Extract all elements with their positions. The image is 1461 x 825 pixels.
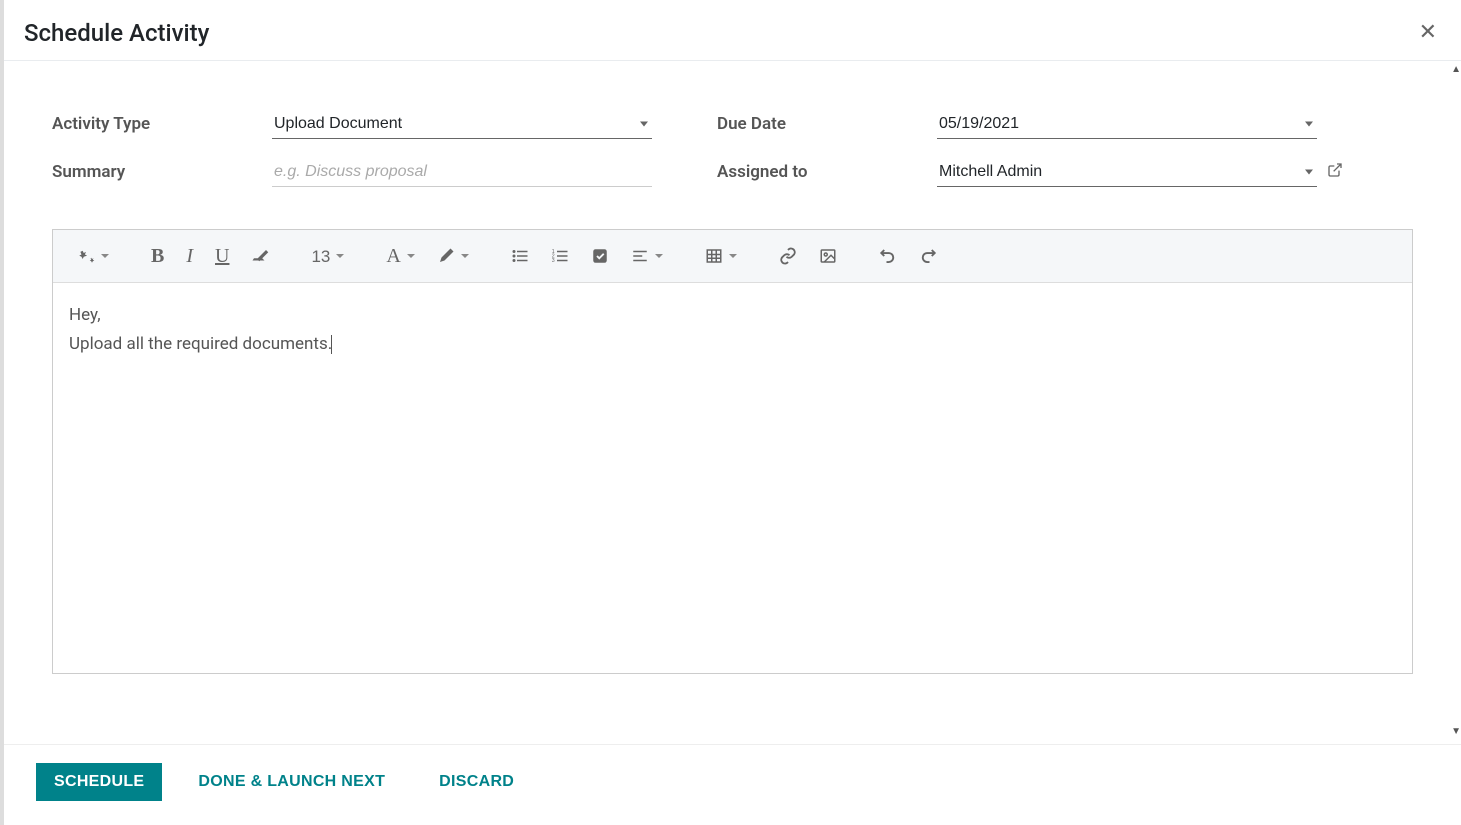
schedule-button[interactable]: SCHEDULE	[36, 763, 162, 801]
close-icon[interactable]: ✕	[1415, 18, 1441, 48]
assigned-to-input[interactable]	[937, 161, 1317, 183]
modal-body: Activity Type Due Date Summary Assigned …	[4, 61, 1461, 744]
bold-icon[interactable]: B	[141, 240, 174, 272]
assigned-to-label: Assigned to	[717, 162, 937, 182]
table-icon[interactable]	[695, 241, 747, 271]
modal-footer: SCHEDULE DONE & LAUNCH NEXT DISCARD	[4, 744, 1461, 825]
modal-header: Schedule Activity ✕	[4, 0, 1461, 61]
highlight-icon[interactable]	[427, 241, 479, 271]
clear-format-icon[interactable]	[241, 241, 279, 271]
summary-label: Summary	[52, 162, 272, 182]
font-size-value: 13	[311, 248, 330, 265]
font-color-icon[interactable]: A	[376, 240, 424, 272]
chevron-down-icon	[640, 121, 648, 126]
schedule-activity-modal: Schedule Activity ✕ ▲ Activity Type Due …	[0, 0, 1461, 825]
redo-icon[interactable]	[909, 241, 947, 271]
align-icon[interactable]	[621, 241, 673, 271]
due-date-label: Due Date	[717, 114, 937, 134]
svg-text:3: 3	[552, 258, 555, 264]
font-size-select[interactable]: 13	[301, 242, 354, 271]
link-icon[interactable]	[769, 241, 807, 271]
scroll-down-icon[interactable]: ▼	[1451, 726, 1461, 737]
due-date-field[interactable]	[937, 109, 1317, 139]
activity-type-label: Activity Type	[52, 114, 272, 134]
external-link-icon[interactable]	[1327, 162, 1357, 182]
summary-input[interactable]	[272, 161, 652, 183]
ordered-list-icon[interactable]: 123	[541, 241, 579, 271]
image-icon[interactable]	[809, 241, 847, 271]
summary-field[interactable]	[272, 157, 652, 187]
editor-content[interactable]: Hey, Upload all the required documents.	[53, 283, 1412, 673]
undo-icon[interactable]	[869, 241, 907, 271]
due-date-input[interactable]	[937, 113, 1317, 135]
modal-title: Schedule Activity	[24, 19, 209, 47]
done-launch-next-button[interactable]: DONE & LAUNCH NEXT	[180, 763, 403, 801]
editor-line-1: Hey,	[69, 301, 1396, 330]
activity-type-select[interactable]	[272, 109, 652, 139]
rich-text-editor: B I U 13 A	[52, 229, 1413, 674]
form-grid: Activity Type Due Date Summary Assigned …	[52, 109, 1413, 187]
italic-icon[interactable]: I	[176, 240, 203, 272]
chevron-down-icon	[1305, 169, 1313, 174]
editor-toolbar: B I U 13 A	[53, 230, 1412, 283]
editor-line-2: Upload all the required documents.	[69, 330, 1396, 359]
unordered-list-icon[interactable]	[501, 241, 539, 271]
underline-icon[interactable]: U	[205, 240, 239, 272]
magic-wand-icon[interactable]	[67, 241, 119, 271]
activity-type-input[interactable]	[272, 113, 652, 135]
checkbox-icon[interactable]	[581, 241, 619, 271]
chevron-down-icon	[1305, 121, 1313, 126]
discard-button[interactable]: DISCARD	[421, 763, 532, 801]
assigned-to-select[interactable]	[937, 157, 1317, 187]
